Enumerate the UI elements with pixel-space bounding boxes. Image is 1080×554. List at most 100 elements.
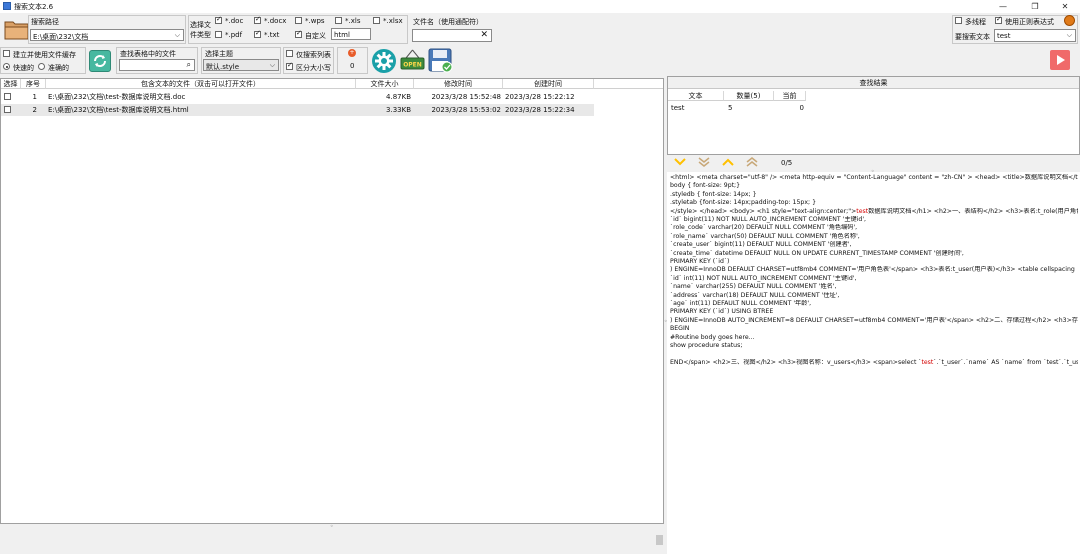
checkbox-xls-label: *.xls	[345, 17, 361, 25]
preview-line-text: BEGIN	[670, 325, 690, 333]
checkbox-doc[interactable]	[215, 15, 222, 24]
maximize-button[interactable]: ❐	[1020, 0, 1050, 13]
preview-match: test	[856, 207, 869, 215]
find-in-table-input[interactable]: ⌕	[119, 59, 195, 71]
minimize-button[interactable]: —	[988, 0, 1018, 13]
row-checkbox[interactable]	[4, 106, 11, 113]
preview-line-text: `id` int(11) NOT NULL AUTO_INCREMENT COM…	[670, 274, 857, 282]
row-modified: 2023/3/28 15:53:02	[431, 106, 501, 114]
last-match-icon[interactable]	[698, 156, 710, 168]
match-position: 0/5	[781, 159, 793, 167]
filename-input[interactable]: ✕	[412, 29, 492, 42]
preview-line: body { font-size: 9pt;}	[670, 182, 1078, 190]
checkbox-list-only[interactable]	[286, 50, 293, 57]
checkbox-cache[interactable]	[3, 50, 10, 57]
row-checkbox[interactable]	[4, 93, 11, 100]
preview-line-text: `address` varchar(18) DEFAULT NULL COMME…	[670, 291, 840, 299]
preview-line-text: END</span> <h2>三、视图</h2> <h3>视图名称：v_user…	[670, 358, 922, 366]
preview-line-text: .styledb { font-size: 14px; }	[670, 190, 757, 198]
results-col-current[interactable]: 当前	[774, 91, 806, 101]
splitter-handle[interactable]: ◦	[664, 318, 668, 325]
clear-icon[interactable]: ✕	[480, 30, 488, 40]
close-button[interactable]: ✕	[1050, 0, 1080, 13]
checkbox-txt[interactable]	[254, 29, 261, 38]
radio-exact[interactable]	[38, 63, 45, 70]
table-row[interactable]: 2 E:\桌面\232\文档\test-数据库说明文档.html 3.33KB …	[1, 104, 594, 116]
filename-label: 文件名（使用通配符）	[413, 18, 483, 26]
refresh-icon[interactable]	[89, 50, 111, 72]
preview-line: PRIMARY KEY (`id`) USING BTREE	[670, 308, 1078, 316]
checkbox-regex[interactable]	[995, 15, 1002, 24]
checkbox-multithread[interactable]	[955, 17, 962, 24]
col-header-created[interactable]: 创建时间	[503, 79, 594, 89]
chevron-down-icon: ⌵	[1066, 31, 1072, 39]
checkbox-cache-label: 建立并使用文件缓存	[13, 51, 76, 59]
checkbox-docx[interactable]	[254, 15, 261, 24]
checkbox-xls[interactable]	[335, 17, 342, 24]
col-header-path[interactable]: 包含文本的文件（双击可以打开文件）	[46, 79, 356, 89]
vertical-scrollbar[interactable]	[655, 527, 664, 554]
preview-line-text: <html> <meta charset="utf-8" /> <meta ht…	[670, 174, 1078, 181]
preview-line: `id` bigint(11) NOT NULL AUTO_INCREMENT …	[670, 216, 1078, 224]
preview-line: `name` varchar(255) DEFAULT NULL COMMENT…	[670, 283, 1078, 291]
search-path-value: E:\桌面\232\文档	[33, 33, 89, 41]
scrollbar-thumb[interactable]	[656, 535, 663, 545]
gear-icon[interactable]	[371, 48, 397, 74]
table-row[interactable]: 1 E:\桌面\232\文档\test-数据库说明文档.doc 4.87KB 2…	[1, 91, 594, 103]
radio-fast[interactable]	[3, 63, 10, 70]
splitter-handle[interactable]: ◦	[330, 523, 334, 530]
results-col-count[interactable]: 数量(5)	[724, 91, 774, 101]
row-size: 3.33KB	[386, 106, 411, 114]
preview-line: ) ENGINE=InnoDB AUTO_INCREMENT=8 DEFAULT…	[670, 317, 1078, 325]
preview-line: `address` varchar(18) DEFAULT NULL COMME…	[670, 292, 1078, 300]
col-header-select[interactable]: 选择	[1, 79, 21, 89]
results-text: test	[671, 104, 685, 112]
preview-line: `age` int(11) DEFAULT NULL COMMENT '年龄',	[670, 300, 1078, 308]
checkbox-wps[interactable]	[295, 17, 302, 24]
preview-line-text: `id` bigint(11) NOT NULL AUTO_INCREMENT …	[670, 216, 867, 223]
first-match-icon[interactable]	[746, 156, 758, 168]
search-path-combo[interactable]: E:\桌面\232\文档 ⌵	[30, 29, 184, 41]
preview-match: test	[921, 358, 934, 366]
play-icon[interactable]	[1050, 50, 1070, 70]
preview-line-text: body { font-size: 9pt;}	[670, 182, 741, 190]
checkbox-doc-label: *.doc	[225, 17, 244, 25]
prev-match-icon[interactable]	[722, 157, 734, 167]
window-title: 搜索文本2.6	[14, 3, 54, 11]
next-match-icon[interactable]	[674, 157, 686, 167]
checkbox-case-sensitive[interactable]	[286, 61, 293, 70]
checkbox-xlsx[interactable]	[373, 17, 380, 24]
row-path: E:\桌面\232\文档\test-数据库说明文档.doc	[48, 93, 186, 101]
stop-icon[interactable]: +	[348, 49, 356, 57]
open-sign-icon[interactable]: OPEN	[400, 48, 425, 72]
theme-value: 默认.style	[206, 63, 240, 71]
results-current: 0	[799, 104, 804, 112]
preview-line: ) ENGINE=InnoDB DEFAULT CHARSET=utf8mb4 …	[670, 266, 1078, 274]
help-icon[interactable]	[1064, 15, 1075, 26]
results-col-text[interactable]: 文本	[668, 91, 724, 101]
preview-line: `create_user` bigint(11) DEFAULT NULL CO…	[670, 241, 1078, 249]
col-header-modified[interactable]: 修改时间	[414, 79, 503, 89]
preview-line-text: ) ENGINE=InnoDB AUTO_INCREMENT=8 DEFAULT…	[670, 316, 1078, 324]
svg-text:OPEN: OPEN	[403, 62, 422, 69]
folder-icon[interactable]	[4, 16, 29, 42]
search-text-combo[interactable]: test ⌵	[994, 29, 1076, 42]
results-row[interactable]: test 5 0	[668, 102, 808, 114]
custom-extension-input[interactable]: html	[331, 28, 371, 40]
preview-line: </style> </head> <body> <h1 style="text-…	[670, 208, 1078, 216]
theme-combo[interactable]: 默认.style ⌵	[203, 59, 279, 71]
file-table: 选择 序号 包含文本的文件（双击可以打开文件） 文件大小 修改时间 创建时间 1…	[0, 78, 664, 524]
row-index: 1	[32, 93, 37, 101]
checkbox-pdf[interactable]	[215, 31, 222, 38]
checkbox-case-sensitive-label: 区分大小写	[296, 64, 331, 72]
row-modified: 2023/3/28 15:52:48	[431, 93, 501, 101]
preview-line-text: `role_name` varchar(50) DEFAULT NULL COM…	[670, 232, 860, 240]
checkbox-custom[interactable]	[295, 29, 302, 38]
col-header-size[interactable]: 文件大小	[356, 79, 414, 89]
search-icon[interactable]: ⌕	[187, 60, 191, 70]
checkbox-wps-label: *.wps	[305, 17, 325, 25]
results-count: 5	[728, 104, 733, 112]
col-header-index[interactable]: 序号	[21, 79, 46, 89]
save-icon[interactable]	[428, 48, 453, 73]
checkbox-txt-label: *.txt	[264, 31, 280, 39]
